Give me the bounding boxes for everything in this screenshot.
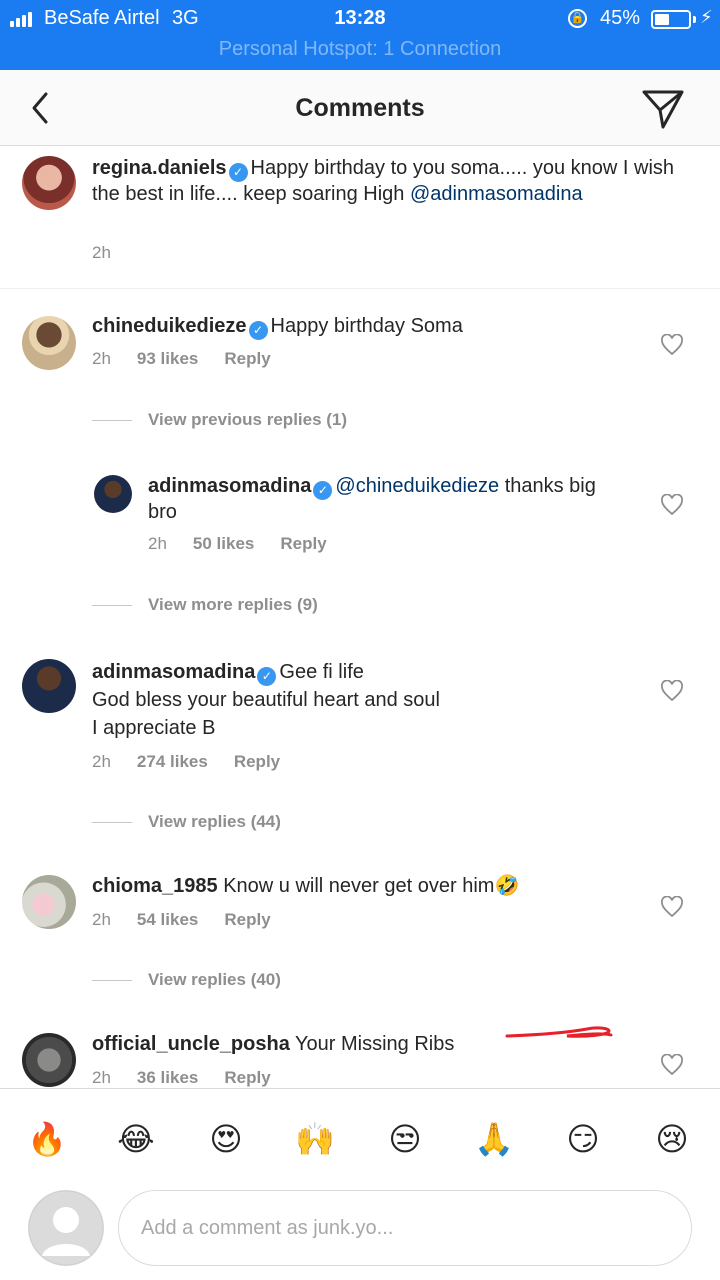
reply-button[interactable]: Reply — [234, 752, 280, 771]
view-replies-link[interactable]: View replies (44) — [92, 812, 281, 832]
comments-list[interactable]: regina.daniels ✓ Happy birthday to you som… — [0, 146, 720, 1088]
nav-bar: Comments — [0, 70, 720, 146]
charging-icon: ⚡ — [700, 7, 713, 27]
emoji-joy-button[interactable]: 😂 — [114, 1117, 158, 1161]
battery-level — [655, 14, 669, 25]
avatar[interactable] — [94, 475, 132, 513]
divider — [0, 288, 720, 289]
avatar[interactable] — [22, 875, 76, 929]
heart-icon[interactable] — [660, 494, 684, 516]
reply-button[interactable]: Reply — [224, 1068, 270, 1087]
view-replies-link[interactable]: View previous replies (1) — [92, 410, 347, 430]
comment-username[interactable]: chioma_1985 — [92, 875, 218, 897]
reply-button[interactable]: Reply — [280, 534, 326, 553]
verified-badge-icon: ✓ — [257, 667, 277, 686]
emoji-crying-button[interactable]: 😢 — [650, 1117, 694, 1161]
avatar[interactable] — [22, 156, 76, 210]
emoji-pray-button[interactable]: 🙏 — [472, 1117, 516, 1161]
comment-mention[interactable]: @chineduikedieze — [335, 475, 499, 497]
comment-mention[interactable]: @adinmasomadina — [410, 183, 583, 205]
avatar[interactable] — [22, 659, 76, 713]
comment-body-line: I appreciate B — [92, 717, 216, 739]
comment-body: Happy birthday Soma — [270, 315, 463, 337]
like-count[interactable]: 36 likes — [137, 1068, 198, 1087]
comment-time: 2h — [148, 534, 167, 553]
battery-percent: 45% — [600, 7, 641, 29]
page-title: Comments — [295, 94, 425, 122]
emoji-fire-button[interactable]: 🔥 — [25, 1117, 69, 1161]
comment-username[interactable]: adinmasomadina — [148, 475, 311, 497]
like-count[interactable]: 274 likes — [137, 752, 208, 771]
emoji-raised-hands-button[interactable]: 🙌 — [293, 1117, 337, 1161]
annotation-scribble — [505, 1026, 613, 1038]
view-replies-link[interactable]: View replies (40) — [92, 970, 281, 990]
direct-share-icon[interactable] — [640, 86, 686, 132]
reply-button[interactable]: Reply — [224, 349, 270, 368]
quick-emoji-bar: 🔥 😂 😍 🙌 😒 🙏 😏 😢 — [0, 1088, 720, 1184]
hotspot-banner[interactable]: Personal Hotspot: 1 Connection — [0, 38, 720, 61]
comment-time: 2h — [92, 349, 111, 368]
like-count[interactable]: 93 likes — [137, 349, 198, 368]
emoji-heart-eyes-button[interactable]: 😍 — [204, 1117, 248, 1161]
comment-body: Know u will never get over him — [223, 875, 495, 897]
comment-time: 2h — [92, 752, 111, 771]
comment-body-line: God bless your beautiful heart and soul — [92, 689, 440, 711]
like-count[interactable]: 50 likes — [193, 534, 254, 553]
rotation-lock-icon: 🔒 — [568, 9, 587, 28]
verified-badge-icon: ✓ — [228, 163, 248, 182]
heart-icon[interactable] — [660, 896, 684, 918]
comment-body: Gee fi life — [279, 661, 364, 683]
avatar[interactable] — [22, 1033, 76, 1087]
emoji-unamused-button[interactable]: 😒 — [383, 1117, 427, 1161]
comment-username[interactable]: chineduikedieze — [92, 315, 247, 337]
status-bar: BeSafe Airtel 3G 13:28 🔒 45% ⚡ Personal … — [0, 0, 720, 70]
comment-composer — [0, 1184, 720, 1280]
battery-icon — [651, 10, 691, 29]
verified-badge-icon: ✓ — [313, 481, 333, 500]
emoji-smirk-button[interactable]: 😏 — [561, 1117, 605, 1161]
like-count[interactable]: 54 likes — [137, 910, 198, 929]
comment-body: Your Missing Ribs — [295, 1033, 455, 1055]
reply-button[interactable]: Reply — [224, 910, 270, 929]
heart-icon[interactable] — [660, 680, 684, 702]
comment-time: 2h — [92, 243, 111, 262]
avatar[interactable] — [22, 316, 76, 370]
laughing-emoji: 🤣 — [494, 875, 520, 897]
verified-badge-icon: ✓ — [248, 321, 268, 340]
heart-icon[interactable] — [660, 334, 684, 356]
comment-username[interactable]: adinmasomadina — [92, 661, 255, 683]
comment-time: 2h — [92, 910, 111, 929]
comment-username[interactable]: official_uncle_posha — [92, 1033, 290, 1055]
heart-icon[interactable] — [660, 1054, 684, 1076]
comment-time: 2h — [92, 1068, 111, 1087]
comment-username[interactable]: regina.daniels — [92, 157, 227, 179]
user-avatar-icon[interactable] — [28, 1190, 104, 1266]
comment-input[interactable] — [118, 1190, 692, 1266]
view-replies-link[interactable]: View more replies (9) — [92, 595, 318, 615]
